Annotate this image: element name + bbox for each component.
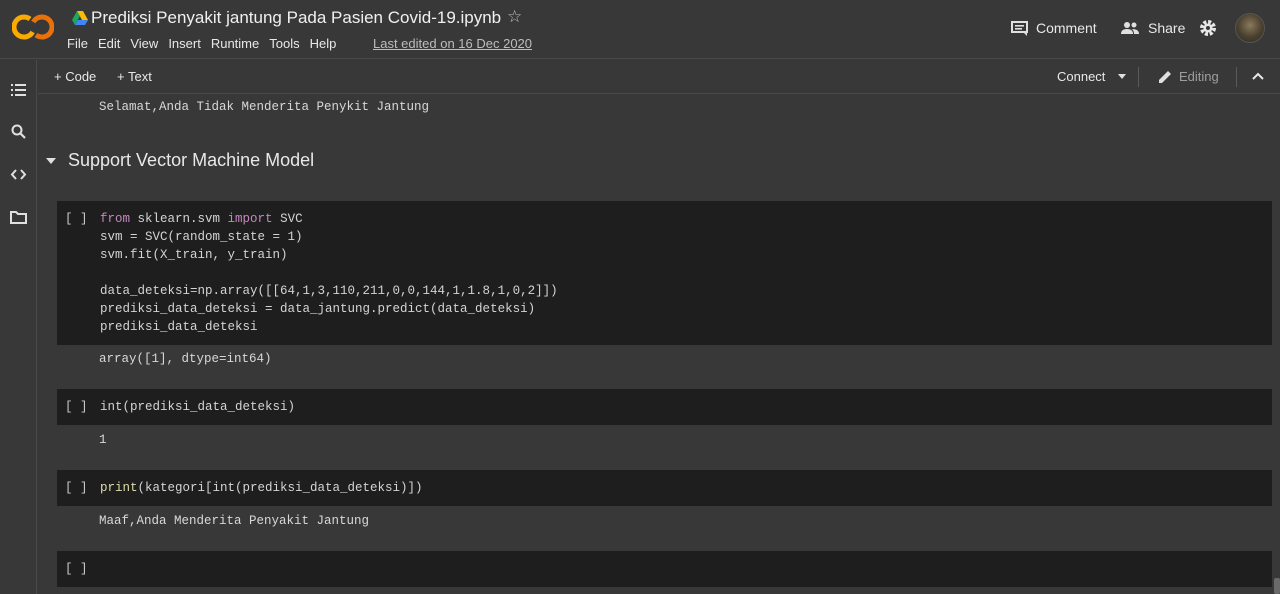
menu-tools[interactable]: Tools [269,36,299,51]
keyword: from [100,212,131,226]
code-cell[interactable]: [ ] print(kategori[int(prediksi_data_det… [57,470,1272,506]
add-text-button[interactable]: + Text [117,69,152,84]
editing-status[interactable]: Editing [1158,69,1219,84]
chevron-up-icon[interactable] [1252,71,1264,81]
comment-icon [1011,20,1028,36]
notebook-area: Selamat,Anda Tidak Menderita Penykit Jan… [38,95,1280,594]
builtin: print [100,481,138,495]
cell-code-editor[interactable]: from sklearn.svm import SVC svm = SVC(ra… [100,210,558,336]
menu-file[interactable]: File [67,36,88,51]
star-icon[interactable]: ☆ [507,7,522,27]
menu-insert[interactable]: Insert [168,36,201,51]
code-line: svm.fit(X_train, y_train) [100,248,288,262]
run-cell-button[interactable]: [ ] [65,562,88,576]
menu-bar: File Edit View Insert Runtime Tools Help [67,36,346,51]
divider [1236,67,1237,87]
menu-runtime[interactable]: Runtime [211,36,259,51]
code-line: prediksi_data_deteksi [100,320,258,334]
run-cell-button[interactable]: [ ] [65,481,88,495]
comment-button[interactable]: Comment [1011,20,1097,36]
scrollbar[interactable] [1274,578,1280,594]
pencil-icon [1159,71,1171,83]
connect-button[interactable]: Connect [1057,69,1105,84]
table-of-contents-icon[interactable] [10,81,27,98]
share-button[interactable]: Share [1120,20,1185,36]
cell-code-editor[interactable]: print(kategori[int(prediksi_data_deteksi… [100,479,423,497]
comment-label: Comment [1036,20,1097,36]
people-icon [1121,22,1139,34]
code-line: prediksi_data_deteksi = data_jantung.pre… [100,302,536,316]
left-rail [0,60,37,594]
cell-output: 1 [99,433,107,447]
menu-view[interactable]: View [130,36,158,51]
app-header: Prediksi Penyakit jantung Pada Pasien Co… [0,0,1280,59]
add-code-button[interactable]: + Code [54,69,96,84]
divider [1138,67,1139,87]
chevron-down-icon[interactable] [1118,74,1126,79]
run-cell-button[interactable]: [ ] [65,212,88,226]
code-line: data_deteksi=np.array([[64,1,3,110,211,0… [100,284,558,298]
code-cell[interactable]: [ ] [57,551,1272,587]
caret-down-icon[interactable] [46,157,56,164]
code-line: from sklearn.svm import SVC [100,212,303,226]
editing-label: Editing [1179,69,1219,84]
notebook-title[interactable]: Prediksi Penyakit jantung Pada Pasien Co… [91,8,501,28]
cell-output: array([1], dtype=int64) [99,352,272,366]
cell-output: Maaf,Anda Menderita Penyakit Jantung [99,514,370,528]
previous-cell-output: Selamat,Anda Tidak Menderita Penykit Jan… [99,100,430,114]
colab-logo[interactable] [12,12,54,42]
gear-icon[interactable] [1199,19,1217,37]
section-heading[interactable]: Support Vector Machine Model [46,150,314,171]
code-line: svm = SVC(random_state = 1) [100,230,303,244]
share-label: Share [1148,20,1186,36]
folder-icon[interactable] [10,209,27,226]
code-snippets-icon[interactable] [10,166,27,183]
section-title: Support Vector Machine Model [68,150,315,170]
search-icon[interactable] [10,123,27,140]
avatar[interactable] [1235,13,1265,43]
last-edited-link[interactable]: Last edited on 16 Dec 2020 [373,36,532,51]
code-cell[interactable]: [ ] int(prediksi_data_deteksi) [57,389,1272,425]
code-line[interactable]: int(prediksi_data_deteksi) [100,398,295,416]
code-cell[interactable]: [ ] from sklearn.svm import SVC svm = SV… [57,201,1272,345]
google-drive-icon[interactable] [72,11,88,25]
menu-edit[interactable]: Edit [98,36,120,51]
notebook-toolbar: + Code + Text Connect Editing [38,60,1280,94]
menu-help[interactable]: Help [310,36,337,51]
keyword: import [227,212,273,226]
run-cell-button[interactable]: [ ] [65,400,88,414]
